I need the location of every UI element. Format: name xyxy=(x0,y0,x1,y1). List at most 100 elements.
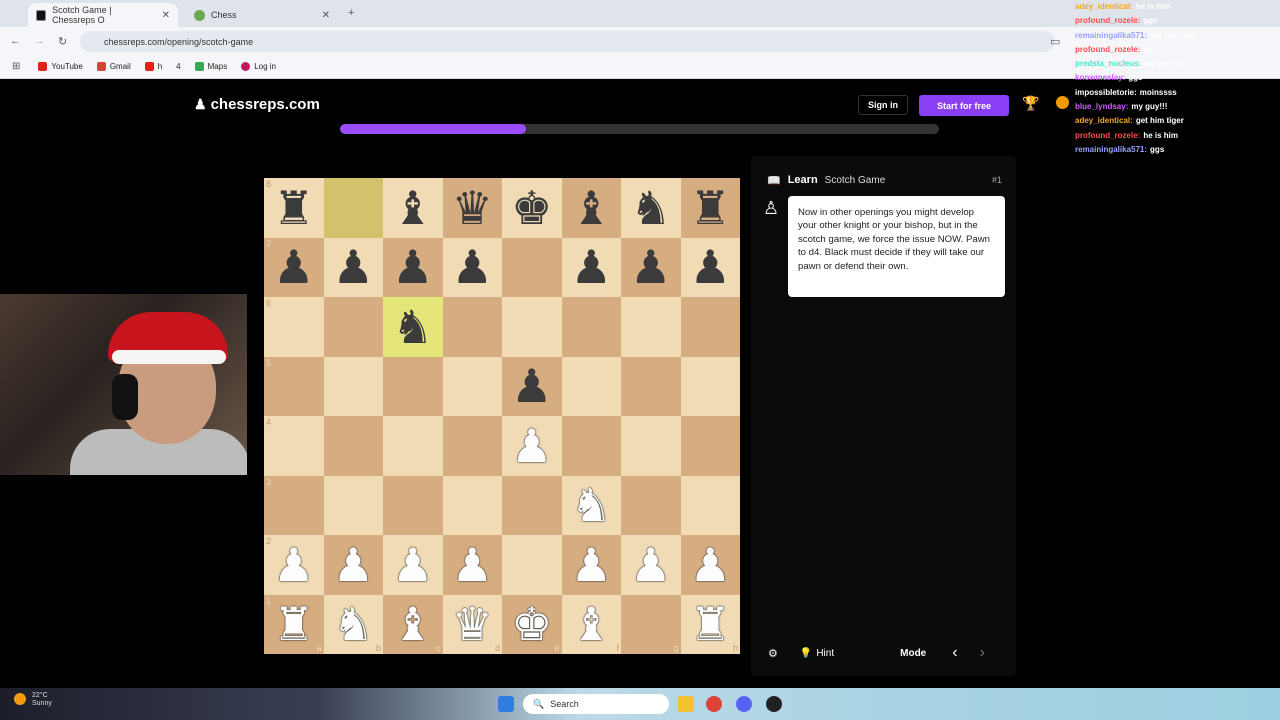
square-d5[interactable] xyxy=(442,356,502,416)
square-e4[interactable]: ♟ xyxy=(502,416,562,476)
black-rook-icon[interactable]: ♜ xyxy=(273,185,314,231)
square-h3[interactable] xyxy=(680,475,740,535)
cast-icon[interactable]: ▭ xyxy=(1050,35,1060,48)
file-explorer-icon[interactable] xyxy=(678,696,694,712)
square-c4[interactable] xyxy=(383,416,443,476)
weather-icon[interactable] xyxy=(14,693,26,705)
white-queen-icon[interactable]: ♛ xyxy=(452,601,493,647)
square-h1[interactable]: ♜ h xyxy=(680,594,740,654)
square-a8[interactable]: ♜ 8 xyxy=(264,178,324,238)
square-a2[interactable]: ♟ 2 xyxy=(264,535,324,595)
forward-icon[interactable]: → xyxy=(34,35,45,47)
back-icon[interactable]: ← xyxy=(10,35,21,47)
square-c3[interactable] xyxy=(383,475,443,535)
square-g3[interactable] xyxy=(621,475,681,535)
square-c7[interactable]: ♟ xyxy=(383,237,443,297)
square-b4[interactable] xyxy=(323,416,383,476)
black-pawn-icon[interactable]: ♟ xyxy=(273,244,314,290)
white-knight-icon[interactable]: ♞ xyxy=(333,601,374,647)
white-pawn-icon[interactable]: ♟ xyxy=(333,542,374,588)
square-e3[interactable] xyxy=(502,475,562,535)
square-d2[interactable]: ♟ xyxy=(442,535,502,595)
black-rook-icon[interactable]: ♜ xyxy=(690,185,731,231)
square-e8[interactable]: ♚ xyxy=(502,178,562,238)
square-d1[interactable]: ♛ d xyxy=(442,594,502,654)
address-bar[interactable]: chessreps.com/opening/scotch-game xyxy=(80,31,1055,52)
trophy-icon[interactable]: 🏆 xyxy=(1022,95,1039,112)
square-g6[interactable] xyxy=(621,297,681,357)
bookmark-login[interactable]: Log in xyxy=(241,62,276,71)
square-b5[interactable] xyxy=(323,356,383,416)
prev-move-icon[interactable]: ‹ xyxy=(952,644,957,662)
square-h5[interactable] xyxy=(680,356,740,416)
bookmark-h[interactable]: h xyxy=(144,62,162,71)
square-e7[interactable] xyxy=(502,237,562,297)
reload-icon[interactable]: ↻ xyxy=(58,35,67,48)
square-d7[interactable]: ♟ xyxy=(442,237,502,297)
bookmark-gmail[interactable]: Gmail xyxy=(96,62,131,71)
square-f8[interactable]: ♝ xyxy=(561,178,621,238)
streak-icon[interactable] xyxy=(1056,96,1069,109)
bookmark-4[interactable]: 4 xyxy=(176,62,180,71)
black-king-icon[interactable]: ♚ xyxy=(511,185,552,231)
square-b2[interactable]: ♟ xyxy=(323,535,383,595)
square-c6[interactable]: ♞ xyxy=(383,297,443,357)
square-e1[interactable]: ♚ e xyxy=(502,594,562,654)
square-g2[interactable]: ♟ xyxy=(621,535,681,595)
black-pawn-icon[interactable]: ♟ xyxy=(452,244,493,290)
black-pawn-icon[interactable]: ♟ xyxy=(392,244,433,290)
bookmark-youtube[interactable]: YouTube xyxy=(38,62,83,71)
tab-close-icon[interactable]: ✕ xyxy=(322,10,330,21)
white-pawn-icon[interactable]: ♟ xyxy=(511,423,552,469)
black-pawn-icon[interactable]: ♟ xyxy=(511,363,552,409)
weather-widget[interactable]: 22°C Sunny xyxy=(32,692,52,708)
new-tab-icon[interactable]: + xyxy=(348,7,354,19)
chrome-icon[interactable] xyxy=(706,696,722,712)
start-free-button[interactable]: Start for free xyxy=(919,95,1009,116)
white-pawn-icon[interactable]: ♟ xyxy=(452,542,493,588)
white-pawn-icon[interactable]: ♟ xyxy=(630,542,671,588)
square-h6[interactable] xyxy=(680,297,740,357)
square-b7[interactable]: ♟ xyxy=(323,237,383,297)
next-move-icon[interactable]: › xyxy=(980,644,985,662)
apps-grid-icon[interactable]: ⊞ xyxy=(12,61,20,72)
square-b1[interactable]: ♞ b xyxy=(323,594,383,654)
square-f4[interactable] xyxy=(561,416,621,476)
chess-board[interactable]: ♜ 8 ♝ ♛ ♚ ♝ ♞ ♜ ♟ 7 ♟ ♟ ♟ ♟ ♟ ♟ 6 ♞ 5 ♟ 4 ♟ 3 ♞ ♟ 2 ♟ ♟ ♟ ♟ ♟ ♟ ♜ 1 a ♞ b ♝ c ♛… xyxy=(264,178,740,654)
square-a7[interactable]: ♟ 7 xyxy=(264,237,324,297)
square-g8[interactable]: ♞ xyxy=(621,178,681,238)
square-c8[interactable]: ♝ xyxy=(383,178,443,238)
square-g7[interactable]: ♟ xyxy=(621,237,681,297)
discord-icon[interactable] xyxy=(736,696,752,712)
white-rook-icon[interactable]: ♜ xyxy=(273,601,314,647)
black-pawn-icon[interactable]: ♟ xyxy=(571,244,612,290)
square-e5[interactable]: ♟ xyxy=(502,356,562,416)
black-bishop-icon[interactable]: ♝ xyxy=(571,185,612,231)
bookmark-maps[interactable]: Maps xyxy=(194,62,227,71)
site-logo[interactable]: ♟ chessreps.com xyxy=(194,96,320,113)
square-c2[interactable]: ♟ xyxy=(383,535,443,595)
square-h7[interactable]: ♟ xyxy=(680,237,740,297)
white-bishop-icon[interactable]: ♝ xyxy=(571,601,612,647)
square-h4[interactable] xyxy=(680,416,740,476)
square-b6[interactable] xyxy=(323,297,383,357)
white-rook-icon[interactable]: ♜ xyxy=(690,601,731,647)
square-a1[interactable]: ♜ 1 a xyxy=(264,594,324,654)
sign-in-button[interactable]: Sign in xyxy=(858,95,908,115)
square-a4[interactable]: 4 xyxy=(264,416,324,476)
start-windows-icon[interactable] xyxy=(498,696,514,712)
square-g4[interactable] xyxy=(621,416,681,476)
obs-icon[interactable] xyxy=(766,696,782,712)
tab-scotch-game[interactable]: Scotch Game | Chessreps O ✕ xyxy=(28,3,178,27)
square-d4[interactable] xyxy=(442,416,502,476)
white-pawn-icon[interactable]: ♟ xyxy=(273,542,314,588)
square-e6[interactable] xyxy=(502,297,562,357)
square-f5[interactable] xyxy=(561,356,621,416)
square-a5[interactable]: 5 xyxy=(264,356,324,416)
square-f3[interactable]: ♞ xyxy=(561,475,621,535)
black-pawn-icon[interactable]: ♟ xyxy=(690,244,731,290)
black-pawn-icon[interactable]: ♟ xyxy=(333,244,374,290)
black-knight-icon[interactable]: ♞ xyxy=(630,185,671,231)
square-d6[interactable] xyxy=(442,297,502,357)
white-pawn-icon[interactable]: ♟ xyxy=(392,542,433,588)
